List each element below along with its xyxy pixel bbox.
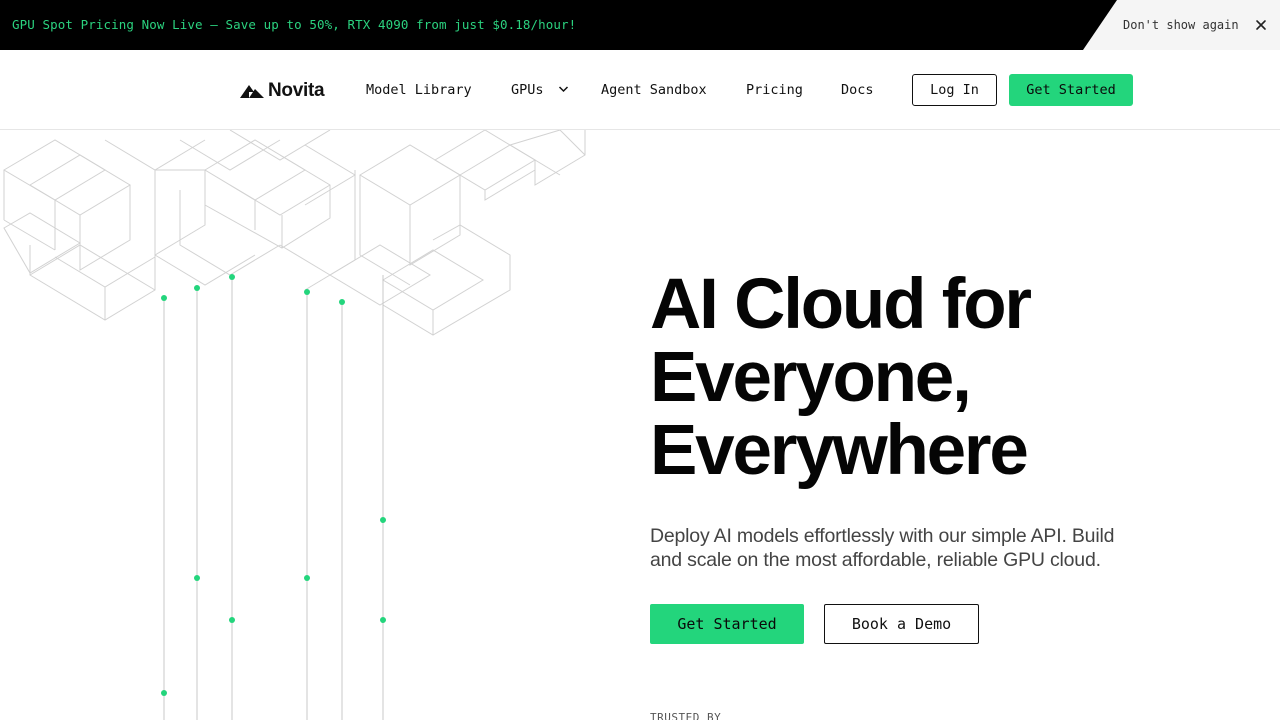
chevron-down-icon [558, 85, 568, 92]
hero-title-line-3: Everywhere [650, 411, 1029, 490]
nav-get-started-button[interactable]: Get Started [1009, 74, 1133, 106]
hero-get-started-button[interactable]: Get Started [650, 604, 804, 644]
hero-title-line-1: AI Cloud for [650, 265, 1032, 344]
hero-title-line-2: Everyone, [650, 338, 972, 417]
book-demo-button[interactable]: Book a Demo [824, 604, 979, 644]
trusted-by-label: TRUSTED BY [650, 711, 722, 720]
logo[interactable]: Novita [240, 80, 325, 102]
nav-docs[interactable]: Docs [841, 80, 874, 100]
dont-show-again-button[interactable]: Don't show again [1123, 0, 1239, 50]
nav-model-library[interactable]: Model Library [366, 80, 472, 100]
novita-logo-icon [240, 85, 264, 98]
hero-isometric-illustration [3, 130, 586, 720]
main-nav: Novita Model Library GPUs Agent Sandbox … [0, 50, 1280, 130]
nav-gpus-label: GPUs [511, 82, 544, 98]
nav-gpus[interactable]: GPUs [511, 80, 569, 100]
nav-agent-sandbox[interactable]: Agent Sandbox [601, 80, 707, 100]
announcement-text[interactable]: GPU Spot Pricing Now Live – Save up to 5… [12, 0, 576, 50]
announcement-bar: GPU Spot Pricing Now Live – Save up to 5… [0, 0, 1280, 50]
hero-title: AI Cloud for Everyone, Everywhere [650, 268, 1210, 487]
nav-pricing[interactable]: Pricing [746, 80, 803, 100]
close-icon[interactable] [1253, 17, 1269, 33]
hero-subtitle: Deploy AI models effortlessly with our s… [650, 525, 1115, 571]
login-button[interactable]: Log In [912, 74, 997, 106]
logo-text: Novita [268, 80, 325, 101]
